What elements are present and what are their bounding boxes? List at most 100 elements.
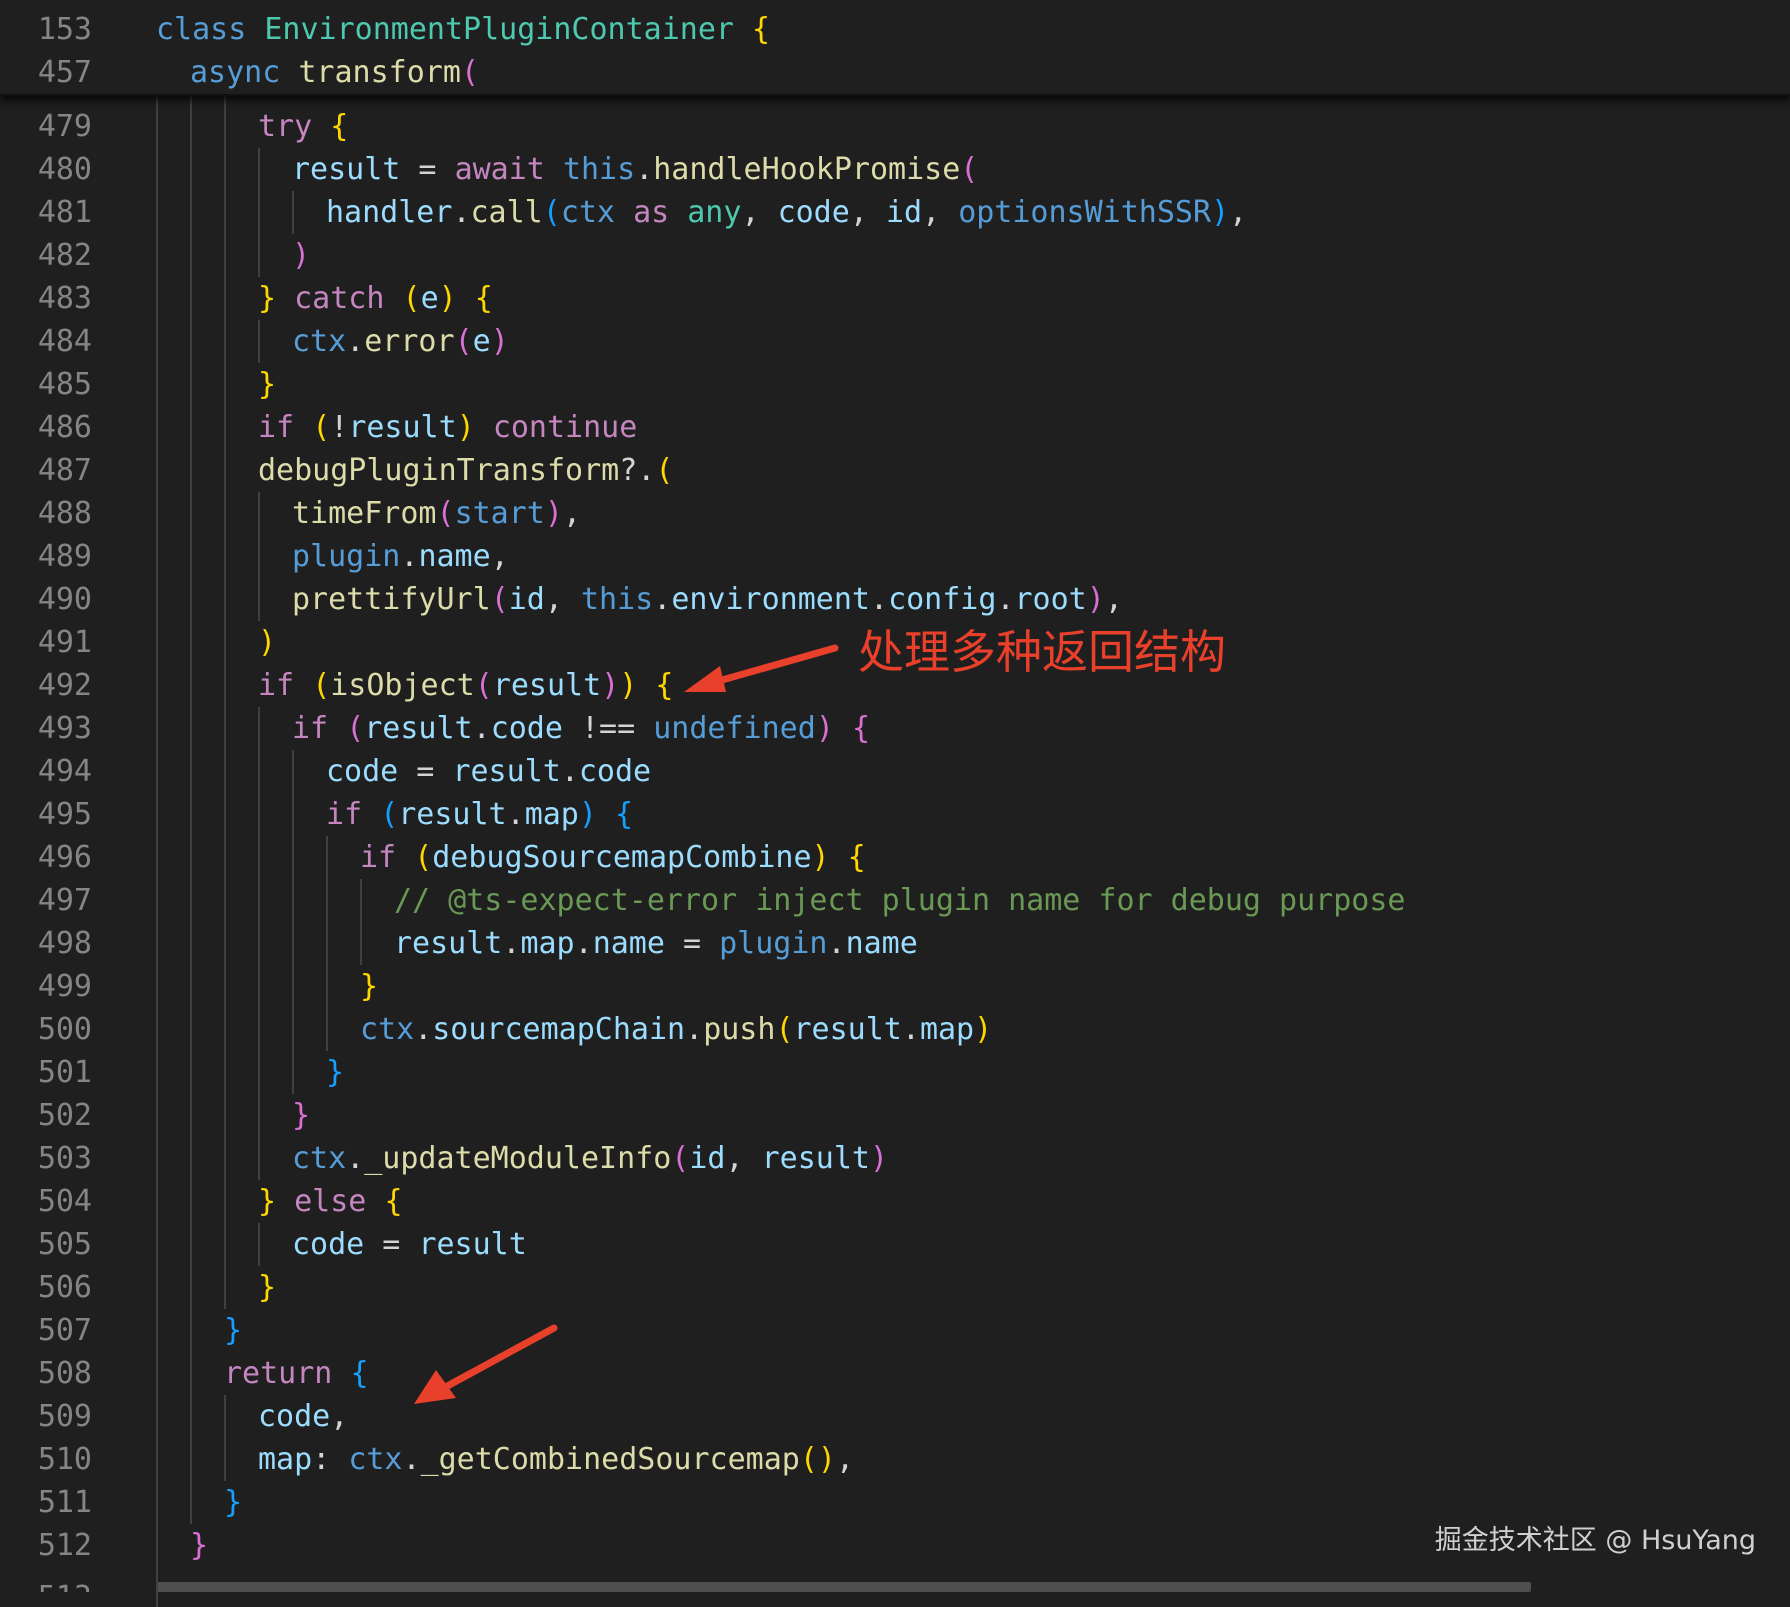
code-line[interactable]: 504} else { <box>0 1180 1790 1223</box>
line-number: 483 <box>37 281 92 316</box>
code-token: . <box>472 711 491 746</box>
line-number: 494 <box>37 754 92 789</box>
line-number: 507 <box>37 1313 92 1348</box>
code-line[interactable]: 495 if (result.map) { <box>0 793 1790 836</box>
line-number: 496 <box>37 840 92 875</box>
code-line[interactable]: 497 // @ts-expect-error inject plugin nam… <box>0 879 1790 922</box>
code-line[interactable]: 479 try { <box>0 105 1790 148</box>
code-line[interactable]: 486 if (!result) continue <box>0 406 1790 449</box>
code-line[interactable]: 493 if (result.code !== undefined) { <box>0 707 1790 750</box>
indent-guide <box>326 836 328 1051</box>
code-line[interactable]: 502} <box>0 1094 1790 1137</box>
code-token: await <box>454 152 545 187</box>
code-token: id <box>885 195 923 230</box>
code-line[interactable]: 498 result.map.name = plugin.name <box>0 922 1790 965</box>
code-text: } <box>224 1481 242 1524</box>
code-token: } <box>224 1485 243 1520</box>
code-line[interactable]: 501} <box>0 1051 1790 1094</box>
code-token: { <box>847 840 866 875</box>
code-token: if <box>258 410 295 445</box>
code-line[interactable]: 508 return { <box>0 1352 1790 1395</box>
code-line[interactable]: 494 code = result.code <box>0 750 1790 793</box>
code-line[interactable]: 499} <box>0 965 1790 1008</box>
code-text: if (debugSourcemapCombine) { <box>360 836 866 879</box>
code-token: handleHookPromise <box>653 152 961 187</box>
code-token: ! <box>330 410 349 445</box>
code-line[interactable]: 488 timeFrom(start), <box>0 492 1790 535</box>
code-line[interactable]: 482) <box>0 234 1790 277</box>
code-line[interactable]: 457 async transform( <box>0 51 1790 94</box>
code-token: ) <box>292 238 311 273</box>
code-line[interactable]: 485} <box>0 363 1790 406</box>
code-text: return { <box>224 1352 369 1395</box>
code-line[interactable]: 509 code, <box>0 1395 1790 1438</box>
code-token: ( <box>799 1442 818 1477</box>
code-line[interactable]: 484 ctx.error(e) <box>0 320 1790 363</box>
code-token: name <box>418 539 491 574</box>
code-line[interactable]: 505 code = result <box>0 1223 1790 1266</box>
code-line[interactable]: 481 handler.call(ctx as any, code, id, op… <box>0 191 1790 234</box>
code-token: code <box>326 754 399 789</box>
code-token: = <box>400 152 455 187</box>
code-token: e <box>472 324 491 359</box>
code-line[interactable]: 507} <box>0 1309 1790 1352</box>
line-number: 457 <box>37 55 92 90</box>
code-line[interactable]: 510 map: ctx._getCombinedSourcemap(), <box>0 1438 1790 1481</box>
code-token: , <box>490 539 509 574</box>
code-line[interactable]: 500 ctx.sourcemapChain.push(result.map) <box>0 1008 1790 1051</box>
code-token: . <box>502 926 521 961</box>
code-line[interactable]: 487 debugPluginTransform?.( <box>0 449 1790 492</box>
code-line[interactable]: 483} catch (e) { <box>0 277 1790 320</box>
code-line[interactable]: 490 prettifyUrl(id, this.environment.conf… <box>0 578 1790 621</box>
code-line[interactable]: 489 plugin.name, <box>0 535 1790 578</box>
code-token: ) <box>811 840 830 875</box>
indent-guide <box>224 1395 226 1481</box>
horizontal-scrollbar[interactable] <box>156 1582 1531 1592</box>
code-token: map <box>258 1442 313 1477</box>
code-token: environment <box>671 582 870 617</box>
code-line[interactable]: 480 result = await this.handleHookPromise… <box>0 148 1790 191</box>
code-line[interactable]: 506} <box>0 1266 1790 1309</box>
code-text: } <box>292 1094 310 1137</box>
code-token: if <box>258 668 295 703</box>
arrow-icon <box>414 1324 558 1404</box>
code-token: . <box>901 1012 920 1047</box>
code-token: { <box>330 109 349 144</box>
code-token: . <box>400 539 419 574</box>
code-token: ( <box>312 668 331 703</box>
line-number: 479 <box>37 109 92 144</box>
code-token: . <box>346 324 365 359</box>
code-token: catch <box>294 281 385 316</box>
code-token: . <box>653 582 672 617</box>
code-text: handler.call(ctx as any, code, id, optio… <box>326 191 1247 234</box>
code-token: . <box>560 754 579 789</box>
code-token: sourcemapChain <box>432 1012 686 1047</box>
code-token: result <box>348 410 457 445</box>
code-token: ( <box>542 195 561 230</box>
code-token: undefined <box>653 711 816 746</box>
code-text: } else { <box>258 1180 403 1223</box>
code-token: async <box>190 55 281 90</box>
code-token: ( <box>402 281 421 316</box>
code-token: code <box>258 1399 331 1434</box>
line-number: 500 <box>37 1012 92 1047</box>
code-token: result <box>761 1141 870 1176</box>
sticky-scroll-header[interactable]: 153 class EnvironmentPluginContainer {457… <box>0 0 1790 96</box>
code-line[interactable]: 503 ctx._updateModuleInfo(id, result) <box>0 1137 1790 1180</box>
code-line[interactable]: 153 class EnvironmentPluginContainer { <box>0 8 1790 51</box>
code-token: push <box>703 1012 776 1047</box>
code-text: class EnvironmentPluginContainer { <box>156 8 770 51</box>
code-text: async transform( <box>190 51 479 94</box>
line-number: 488 <box>37 496 92 531</box>
code-token: continue <box>492 410 638 445</box>
code-token: ( <box>346 711 365 746</box>
code-token: root <box>1014 582 1087 617</box>
code-token: call <box>470 195 543 230</box>
code-line[interactable]: 496 if (debugSourcemapCombine) { <box>0 836 1790 879</box>
